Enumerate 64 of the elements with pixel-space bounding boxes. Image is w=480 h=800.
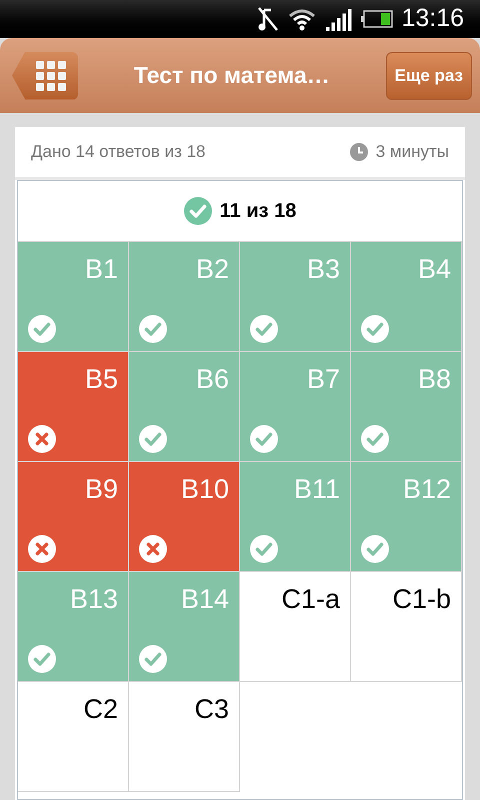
check-icon [361,315,389,343]
question-label: В2 [196,253,230,283]
question-cell[interactable]: В11 [240,462,351,572]
question-label: В10 [180,473,230,503]
question-cell[interactable]: В8 [351,352,462,462]
question-label: В8 [418,363,452,393]
question-label: В13 [70,583,119,613]
clock-time: 13:16 [401,3,464,34]
question-label: В12 [402,473,452,503]
back-button[interactable] [12,52,78,100]
question-cell[interactable]: В1 [18,242,129,352]
screen-title: Тест по матема… [132,61,331,90]
question-cell[interactable]: В4 [351,242,462,352]
question-cell[interactable]: В5 [18,352,129,462]
score-text: 11 из 18 [220,199,296,224]
question-label: В3 [306,253,341,283]
retry-button[interactable]: Еще раз [386,52,472,100]
question-cell[interactable]: В2 [129,242,240,352]
question-label: В14 [180,583,230,613]
elapsed-time: 3 минуты [376,141,449,164]
battery-icon [361,10,394,28]
check-icon [361,535,389,563]
question-label: В5 [84,363,119,393]
check-icon [28,315,56,343]
question-cell[interactable]: С3 [129,682,240,792]
question-label: С1-a [281,583,341,613]
question-cell[interactable]: В9 [18,462,129,572]
question-cell[interactable]: С1-a [240,572,351,682]
question-cell[interactable]: В10 [129,462,240,572]
question-cell[interactable]: С2 [18,682,129,792]
question-label: В4 [418,253,452,283]
question-label: С1-b [392,583,452,613]
cross-icon [139,535,167,563]
signal-icon [325,7,354,31]
question-label: С3 [194,693,230,723]
question-label: В9 [84,473,119,503]
check-icon [250,535,278,563]
question-cell[interactable]: В6 [129,352,240,462]
wifi-icon [287,7,318,31]
question-cell[interactable]: В3 [240,242,351,352]
muted-music-icon [257,6,280,32]
cross-icon [28,425,56,453]
clock-icon [350,143,368,161]
question-label: В1 [84,253,119,283]
check-icon [184,197,212,225]
check-icon [361,425,389,453]
question-cell[interactable]: В7 [240,352,351,462]
check-icon [250,425,278,453]
question-cell[interactable]: С1-b [351,572,462,682]
check-icon [28,645,56,673]
question-label: С2 [83,693,119,723]
answered-count: Дано 14 ответов из 18 [31,141,206,164]
cross-icon [28,535,56,563]
check-icon [250,315,278,343]
question-cell[interactable]: В14 [129,572,240,682]
question-cell[interactable]: В12 [351,462,462,572]
question-label: В7 [306,363,341,393]
grid-icon [36,60,66,90]
question-label: В6 [196,363,230,393]
question-cell[interactable]: В13 [18,572,129,682]
check-icon [139,425,167,453]
check-icon [139,645,167,673]
question-label: В11 [294,473,341,503]
check-icon [139,315,167,343]
